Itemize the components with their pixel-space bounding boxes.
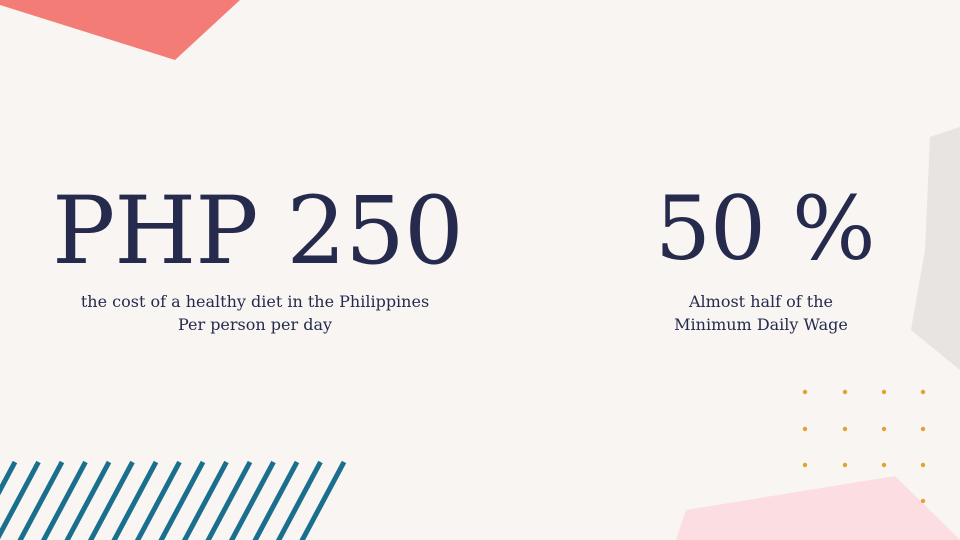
wage-stat-caption: Almost half of the Minimum Daily Wage — [640, 290, 882, 336]
teal-stripe — [17, 460, 65, 540]
gold-dot — [881, 462, 887, 468]
gold-dot — [881, 426, 887, 432]
gray-side-shape — [911, 127, 960, 370]
teal-stripe — [158, 460, 206, 540]
teal-stripe — [252, 460, 300, 540]
pink-corner-shape — [676, 476, 960, 540]
gold-dot — [920, 462, 926, 468]
gold-dot — [881, 389, 887, 395]
gold-dot — [842, 389, 848, 395]
teal-stripe — [87, 460, 135, 540]
cost-stat-caption-line1: the cost of a healthy diet in the Philip… — [80, 292, 430, 311]
wage-stat-caption-line1: Almost half of the — [688, 292, 833, 311]
teal-stripe — [0, 460, 41, 540]
coral-corner-shape — [0, 0, 240, 60]
gold-dot — [920, 389, 926, 395]
gold-dot — [802, 462, 808, 468]
teal-stripe — [40, 460, 88, 540]
gold-dot — [802, 389, 808, 395]
teal-stripe — [64, 460, 112, 540]
gold-dot — [920, 426, 926, 432]
gold-dot — [842, 462, 848, 468]
teal-stripe — [299, 460, 347, 540]
cost-stat-value: PHP 250 — [52, 177, 464, 286]
wage-stat-value: 50 % — [655, 177, 876, 280]
cost-stat-caption: the cost of a healthy diet in the Philip… — [40, 290, 470, 336]
teal-stripe — [134, 460, 182, 540]
slide: PHP 250 the cost of a healthy diet in th… — [0, 0, 960, 540]
teal-stripe — [111, 460, 159, 540]
gold-dot — [802, 426, 808, 432]
teal-stripes-pattern — [0, 460, 347, 540]
teal-stripe — [275, 460, 323, 540]
gold-dot — [842, 426, 848, 432]
gold-dot — [920, 498, 926, 504]
teal-stripe — [205, 460, 253, 540]
teal-stripe — [181, 460, 229, 540]
wage-stat-caption-line2: Minimum Daily Wage — [674, 315, 848, 334]
cost-stat-caption-line2: Per person per day — [177, 315, 333, 334]
teal-stripe — [228, 460, 276, 540]
